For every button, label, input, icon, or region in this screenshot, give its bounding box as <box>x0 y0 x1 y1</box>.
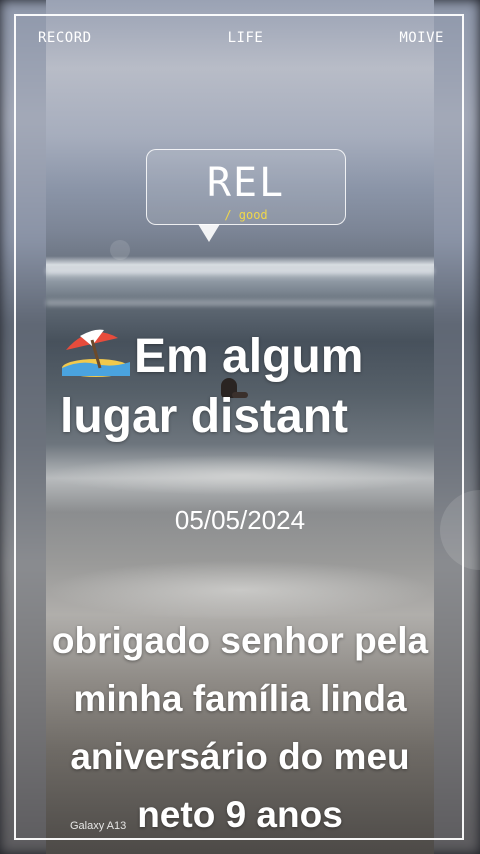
headline-line-1: Em algum <box>60 320 440 387</box>
headline: Em algum lugar distant <box>60 320 440 447</box>
nav-moive[interactable]: MOIVE <box>399 30 444 46</box>
device-watermark: Galaxy A13 <box>70 820 127 832</box>
caption-line-4: neto 9 anos <box>137 794 343 835</box>
speech-bubble-tail <box>198 224 220 242</box>
date-label: 05/05/2024 <box>174 505 306 535</box>
nav-record[interactable]: RECORD <box>38 30 92 46</box>
headline-text-1: Em algum <box>134 330 364 383</box>
story-screen: RECORD LIFE MOIVE REL / good Em algum lu… <box>0 0 480 854</box>
caption-line-1: obrigado senhor pela <box>51 620 429 661</box>
caption-line-3: aniversário do meu <box>70 736 410 777</box>
bubble-subtitle: / good <box>224 208 268 222</box>
beach-umbrella-icon <box>60 320 132 378</box>
headline-line-2: lugar distant <box>60 390 349 443</box>
top-nav: RECORD LIFE MOIVE <box>38 30 444 46</box>
bubble-title: REL <box>206 160 286 206</box>
nav-life[interactable]: LIFE <box>228 30 264 46</box>
speech-bubble: REL / good <box>146 149 346 225</box>
caption: obrigado senhor pela minha família linda… <box>0 612 480 844</box>
caption-line-2: minha família linda <box>73 678 407 719</box>
